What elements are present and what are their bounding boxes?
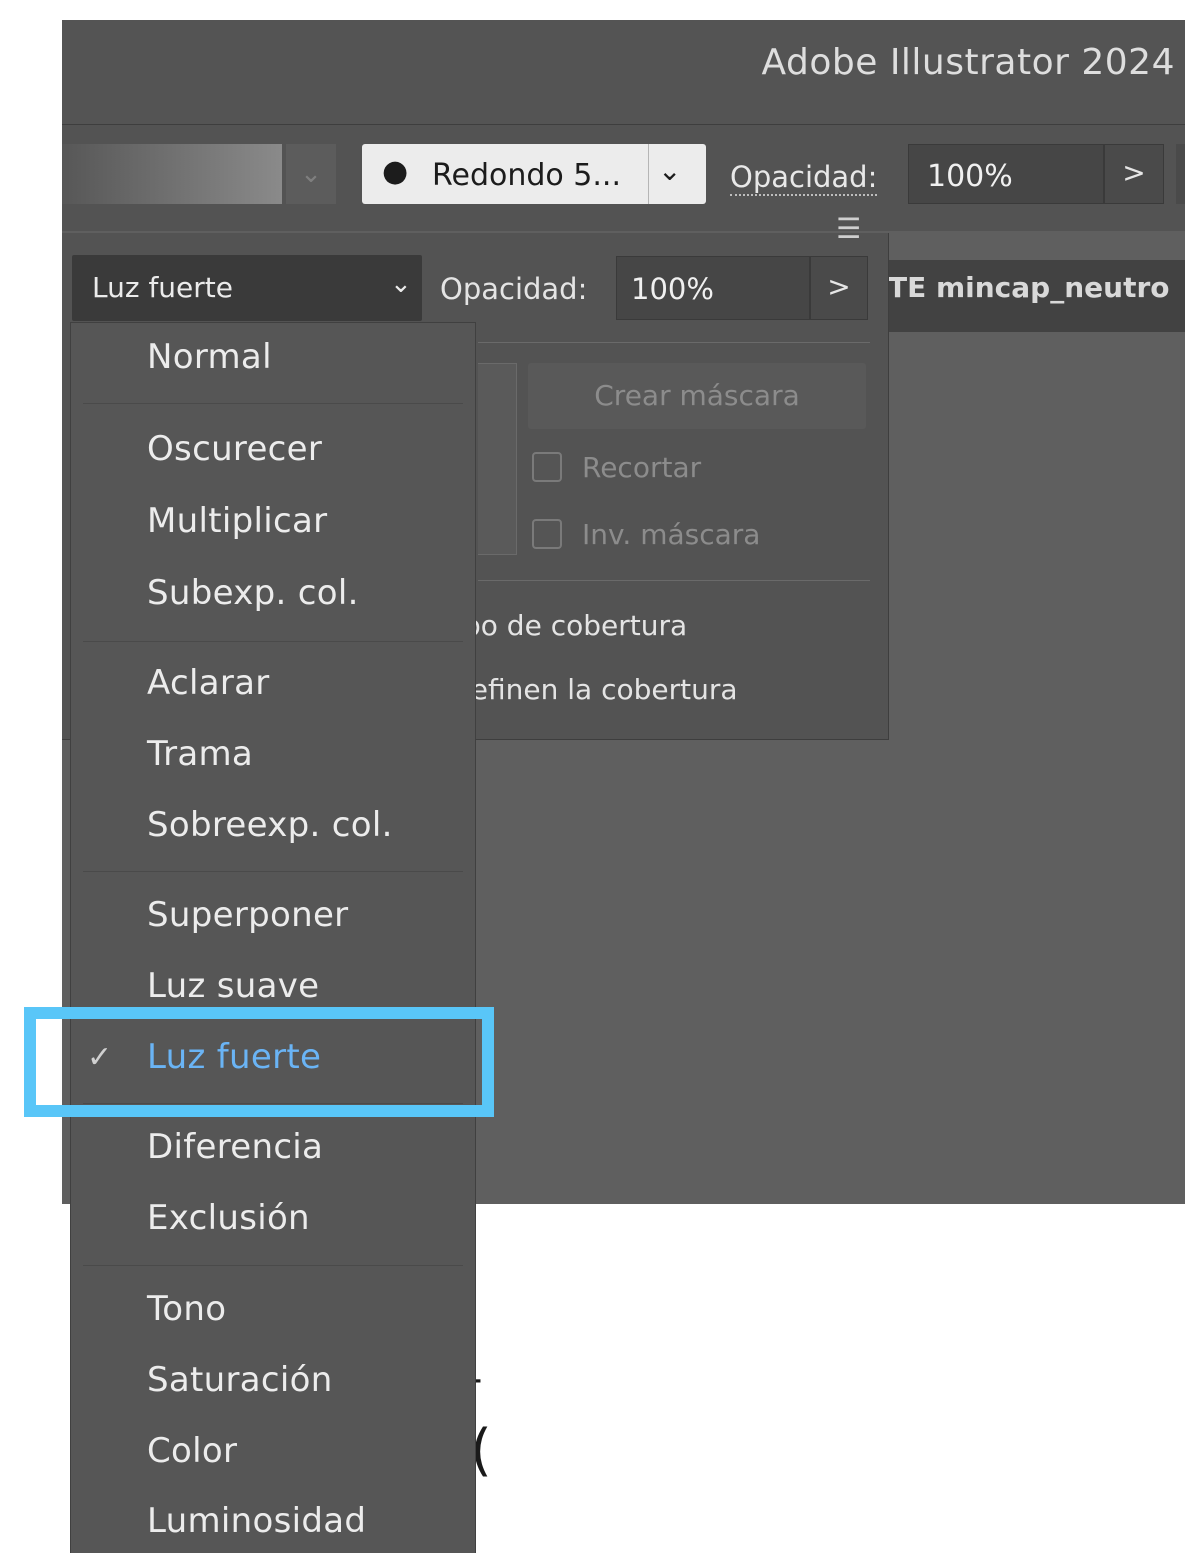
clip-checkbox[interactable] [532, 452, 562, 482]
chevron-right-icon[interactable]: > [1104, 144, 1164, 204]
highlight-frame [24, 1007, 494, 1117]
select-divider [648, 144, 649, 204]
chevron-right-icon[interactable]: > [810, 256, 868, 320]
blend-mode-select[interactable]: Luz fuerte ⌄ [72, 255, 422, 321]
document-tab[interactable]: TE mincap_neutro [888, 271, 1170, 304]
blend-option-screen[interactable]: Trama [147, 734, 253, 774]
chevron-down-icon[interactable]: ⌄ [658, 154, 681, 187]
brush-label: Redondo 5... [432, 158, 621, 193]
define-knockout-label: lefinen la cobertura [463, 673, 738, 706]
blend-option-luminosity[interactable]: Luminosidad [147, 1501, 366, 1541]
blend-option-exclusion[interactable]: Exclusión [147, 1198, 310, 1238]
chevron-down-icon[interactable]: ⌄ [286, 144, 336, 204]
blend-option-saturation[interactable]: Saturación [147, 1360, 333, 1400]
blend-mode-value: Luz fuerte [92, 271, 233, 304]
blend-option-color-burn[interactable]: Subexp. col. [147, 573, 359, 613]
panel-opacity-value: 100% [631, 272, 714, 306]
control-opacity-label[interactable]: Opacidad: [730, 160, 878, 196]
control-opacity-value: 100% [927, 159, 1013, 194]
chevron-down-icon: ⌄ [390, 269, 412, 299]
blend-option-normal[interactable]: Normal [147, 337, 272, 377]
menu-separator [83, 871, 463, 872]
window-title: Adobe Illustrator 2024 [761, 42, 1175, 83]
knockout-group-label: po de cobertura [463, 609, 688, 642]
blend-option-overlay[interactable]: Superponer [147, 895, 348, 935]
blend-option-multiply[interactable]: Multiplicar [147, 501, 327, 541]
control-bar-overflow [1176, 144, 1185, 204]
create-mask-button[interactable]: Crear máscara [528, 363, 866, 429]
menu-separator [83, 641, 463, 642]
panel-divider [478, 580, 870, 581]
mask-thumbnail [478, 363, 517, 555]
panel-divider [478, 342, 870, 343]
panel-menu-icon[interactable]: ☰ [836, 212, 861, 245]
panel-opacity-input[interactable]: 100% [616, 256, 810, 320]
blend-option-color-dodge[interactable]: Sobreexp. col. [147, 805, 393, 845]
stroke-swatch-field[interactable] [62, 144, 282, 204]
blend-option-lighten[interactable]: Aclarar [147, 663, 270, 703]
blend-option-soft-light[interactable]: Luz suave [147, 966, 319, 1006]
invert-mask-label: Inv. máscara [582, 518, 761, 551]
blend-option-color[interactable]: Color [147, 1431, 237, 1471]
blend-option-hue[interactable]: Tono [147, 1289, 226, 1329]
title-bar: Adobe Illustrator 2024 [62, 20, 1185, 125]
menu-separator [83, 1265, 463, 1266]
blend-option-darken[interactable]: Oscurecer [147, 429, 322, 469]
brush-dot-icon: ● [382, 154, 409, 189]
panel-opacity-label: Opacidad: [440, 272, 588, 306]
menu-separator [83, 403, 463, 404]
invert-mask-checkbox[interactable] [532, 519, 562, 549]
blend-option-difference[interactable]: Diferencia [147, 1127, 323, 1167]
brush-definition-select[interactable]: ● Redondo 5... ⌄ [362, 144, 706, 204]
blend-mode-dropdown: Normal Oscurecer Multiplicar Subexp. col… [70, 322, 476, 1553]
control-opacity-input[interactable]: 100% [908, 144, 1104, 204]
clip-label: Recortar [582, 451, 702, 484]
